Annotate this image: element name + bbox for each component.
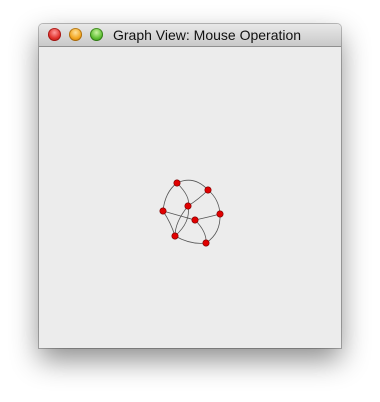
- graph-edge: [174, 205, 189, 237]
- window-title: Graph View: Mouse Operation: [113, 27, 302, 43]
- graph-edge: [162, 182, 178, 212]
- zoom-window-button[interactable]: [90, 28, 103, 41]
- graph-edge: [162, 210, 176, 237]
- graph-edge: [194, 213, 221, 221]
- graph-edge: [176, 182, 189, 207]
- graph-view-window: Graph View: Mouse Operation: [39, 24, 341, 348]
- graph-edge: [174, 235, 207, 244]
- graph-node[interactable]: [216, 210, 224, 218]
- graph-edge: [187, 189, 209, 207]
- graph-node[interactable]: [202, 239, 210, 247]
- graph-canvas[interactable]: [39, 47, 341, 348]
- graph-node[interactable]: [171, 232, 179, 240]
- graph-edge: [194, 219, 207, 244]
- close-window-button[interactable]: [48, 28, 61, 41]
- graph-node[interactable]: [204, 186, 212, 194]
- graph-drawing[interactable]: [39, 47, 341, 348]
- minimize-window-button[interactable]: [69, 28, 82, 41]
- graph-node[interactable]: [159, 207, 167, 215]
- title-bar[interactable]: Graph View: Mouse Operation: [39, 24, 341, 47]
- graph-node[interactable]: [173, 179, 181, 187]
- graph-edge: [205, 213, 221, 244]
- graph-node[interactable]: [184, 202, 192, 210]
- graph-node[interactable]: [191, 216, 199, 224]
- graph-edge: [207, 189, 221, 215]
